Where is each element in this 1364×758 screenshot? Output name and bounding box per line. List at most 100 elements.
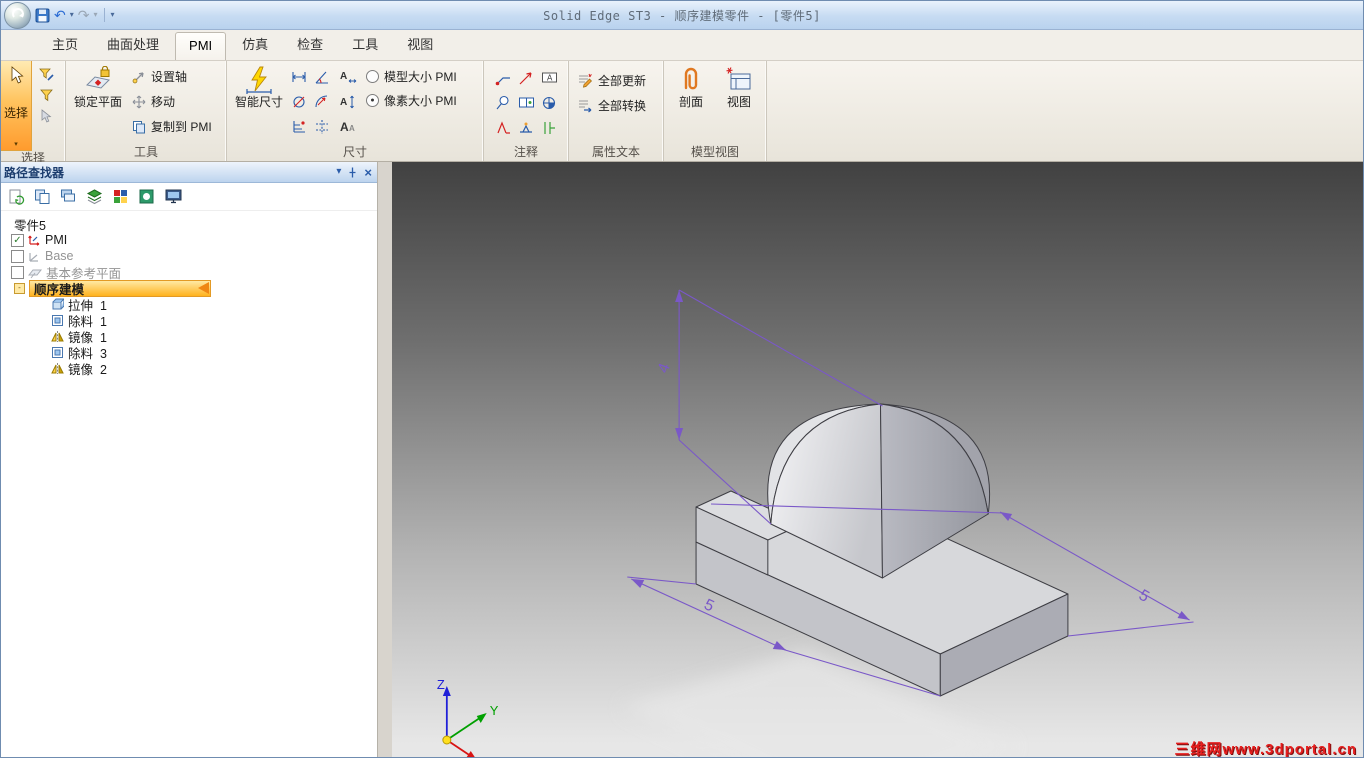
document-refresh-icon (9, 189, 25, 205)
undo-dropdown[interactable]: ▾ (70, 11, 74, 19)
pmi-pixel-size-radio[interactable]: ● 像素大小 PMI (366, 88, 457, 112)
lock-plane-button[interactable]: 锁定平面 (70, 64, 126, 112)
redo-dropdown[interactable]: ▾ (93, 11, 97, 19)
save-button[interactable] (35, 8, 50, 23)
select-filter-button[interactable] (36, 85, 57, 106)
toolbar-separator (103, 8, 105, 22)
convert-all-button[interactable]: 全部转换 (573, 93, 650, 118)
update-all-button[interactable]: 全部更新 (573, 68, 650, 93)
tree-item-synchronous-group[interactable]: - 顺序建模 (1, 279, 377, 297)
close-icon: × (364, 164, 372, 180)
select-options-button[interactable] (36, 106, 57, 127)
pathfinder-panel: 路径查找器 ▾ × 零件5 ✓ PMI Base 基本参考平面 - 顺序建模 拉… (1, 162, 378, 757)
tree-feature-cutout-1[interactable]: 除料 1 (1, 312, 377, 329)
cutout-feature-icon (52, 346, 63, 358)
render-setup-button[interactable] (138, 188, 155, 205)
close-panel-button[interactable]: × (364, 166, 372, 179)
cascade-windows-button[interactable] (60, 188, 77, 205)
checkbox-unchecked[interactable] (11, 265, 24, 279)
symmetric-dimension-button[interactable] (311, 116, 332, 137)
tab-surfacing[interactable]: 曲面处理 (94, 29, 172, 60)
select-button[interactable]: 选择 ▾ (1, 61, 32, 151)
text-frame-button[interactable]: A (539, 67, 560, 88)
checkbox-checked[interactable]: ✓ (11, 233, 24, 247)
customize-quick-access-button[interactable]: ▾ (111, 11, 115, 19)
copy-icon (133, 120, 145, 133)
tab-home[interactable]: 主页 (39, 29, 91, 60)
tab-inspect[interactable]: 检查 (284, 29, 336, 60)
copy-to-pmi-button[interactable]: 复制到 PMI (128, 114, 216, 139)
undo-button[interactable]: ↶ (54, 8, 66, 22)
tree-feature-extrude[interactable]: 拉伸 1 (1, 296, 377, 313)
tree-feature-cutout-3[interactable]: 除料 3 (1, 344, 377, 361)
edge-condition-button[interactable] (539, 117, 560, 138)
chevron-down-icon: ▾ (14, 141, 18, 148)
diameter-icon (292, 95, 305, 108)
tree-feature-mirror-2[interactable]: 镜像 2 (1, 360, 377, 377)
dimension-value[interactable]: 5 (1136, 587, 1152, 606)
pin-panel-button[interactable] (348, 167, 357, 178)
redo-button[interactable]: ↷ (78, 8, 90, 22)
tree-item-label: Base (45, 249, 74, 263)
datum-frame-button[interactable] (516, 92, 537, 113)
select-filter-edit-button[interactable] (36, 64, 57, 85)
layers-button[interactable] (86, 188, 103, 205)
angle-between-button[interactable] (311, 66, 332, 87)
panel-splitter[interactable] (378, 162, 392, 757)
ordered-modeling-highlight[interactable]: 顺序建模 (29, 279, 211, 297)
datum-target-button[interactable] (539, 92, 560, 113)
window-title: Solid Edge ST3 - 顺序建模零件 - [零件5] (543, 8, 821, 23)
panel-menu-button[interactable]: ▾ (336, 167, 341, 177)
group-caption-annotation: 注释 (513, 145, 538, 159)
pathfinder-tree: 零件5 ✓ PMI Base 基本参考平面 - 顺序建模 拉伸 1 除料 1 镜… (1, 211, 377, 757)
tab-pmi[interactable]: PMI (175, 32, 227, 60)
annotation-arrow-button[interactable] (516, 67, 537, 88)
graphics-viewport[interactable]: 4 5 5 Z Y 三维网www.3dportal.cn (392, 162, 1363, 758)
view-button[interactable]: 视图 (716, 64, 762, 112)
move-button[interactable]: 移动 (128, 89, 216, 114)
tree-feature-mirror-1[interactable]: 镜像 1 (1, 328, 377, 345)
pmi-model-size-radio[interactable]: 模型大小 PMI (366, 64, 457, 88)
copy-view-button[interactable] (34, 188, 51, 205)
radius-dimension-button[interactable] (311, 91, 332, 112)
tree-root-part[interactable]: 零件5 (1, 216, 377, 233)
tab-tools[interactable]: 工具 (339, 29, 391, 60)
z-axis-label: Z (437, 677, 445, 692)
smart-dimension-icon (246, 66, 272, 94)
coordinate-dimension-button[interactable] (288, 116, 309, 137)
base-coordinate-icon (29, 252, 38, 262)
smart-dimension-button[interactable]: 智能尺寸 (231, 64, 287, 112)
color-table-button[interactable] (112, 188, 129, 205)
watermark: 三维网www.3dportal.cn (1174, 741, 1357, 758)
select-button-label: 选择 (3, 106, 28, 120)
dimension-value[interactable]: 4 (655, 361, 674, 375)
dimension-value[interactable]: 5 (701, 596, 716, 615)
tree-item-pmi[interactable]: ✓ PMI (1, 232, 377, 248)
text-size-button[interactable]: A A (337, 114, 358, 139)
tab-simulation[interactable]: 仿真 (229, 29, 281, 60)
ribbon-group-dimension: 智能尺寸 A A A A 模型大小 PMI ● 像素大小 PMI 尺寸 (227, 61, 484, 161)
display-config-button[interactable] (164, 188, 183, 205)
application-button[interactable] (4, 1, 31, 29)
set-axis-button[interactable]: 设置轴 (128, 64, 216, 89)
document-refresh-button[interactable] (8, 188, 25, 205)
pathfinder-toolbar (1, 183, 377, 211)
checkbox-unchecked[interactable] (11, 249, 24, 263)
surface-texture-button[interactable] (493, 117, 514, 138)
tab-view[interactable]: 视图 (394, 29, 446, 60)
text-scale-horizontal-button[interactable]: A (337, 64, 358, 89)
weld-symbol-button[interactable] (516, 117, 537, 138)
tree-expander-icon[interactable]: - (14, 282, 25, 294)
svg-text:A: A (340, 97, 347, 108)
origin-point (442, 735, 452, 745)
leader-button[interactable] (493, 67, 514, 88)
pmi-icon (28, 235, 40, 246)
balloon-button[interactable] (493, 92, 514, 113)
section-button[interactable]: 剖面 (668, 64, 714, 112)
diameter-dimension-button[interactable] (288, 91, 309, 112)
color-palette-icon (114, 190, 127, 203)
distance-between-icon (291, 71, 306, 82)
text-scale-vertical-button[interactable]: A (337, 89, 358, 114)
ribbon: 选择 ▾ 选择 锁定平面 设置轴 移动 复制到 PMI 工具 智能尺寸 A A … (1, 60, 1363, 165)
distance-between-button[interactable] (288, 66, 309, 87)
